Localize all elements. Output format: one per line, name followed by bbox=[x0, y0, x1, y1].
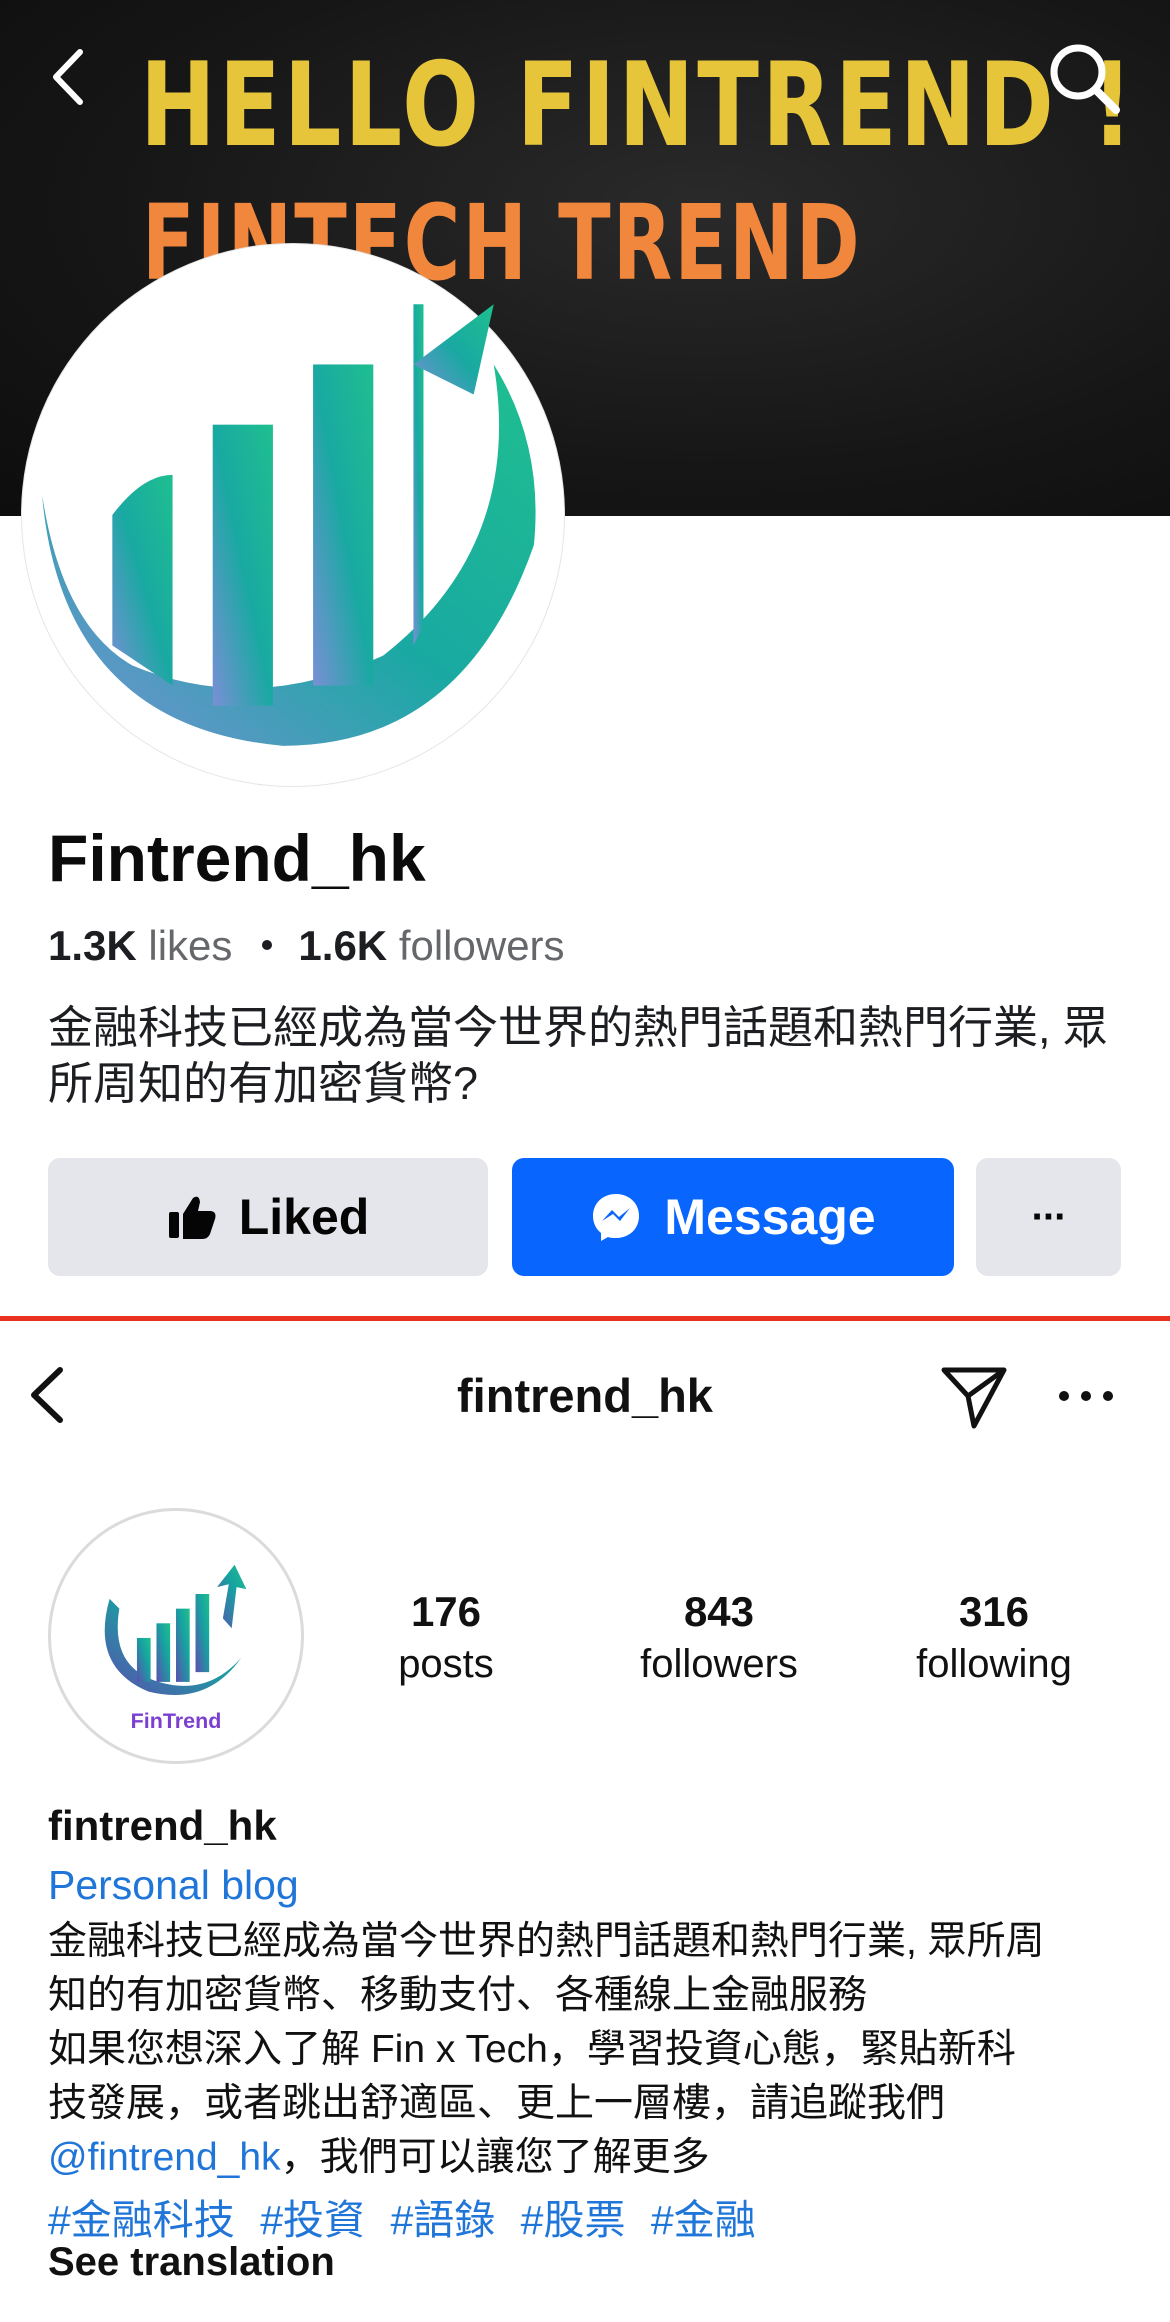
followers-stat[interactable]: 843 followers bbox=[609, 1586, 829, 1690]
avatar-brand-text: FinTrend bbox=[131, 1709, 222, 1733]
hashtag-link[interactable]: #金融科技 bbox=[48, 2197, 235, 2243]
back-arrow-icon[interactable] bbox=[44, 42, 94, 112]
cover-title: HELLO FINTREND ! bbox=[140, 38, 1136, 173]
profile-username: fintrend_hk bbox=[48, 1802, 277, 1849]
search-icon[interactable] bbox=[1046, 40, 1122, 116]
section-divider bbox=[0, 1316, 1170, 1321]
page-bio: 金融科技已經成為當今世界的熱門話題和熱門行業, 眾所周知的有加密貨幣? bbox=[48, 1002, 1109, 1109]
hashtag-link[interactable]: #股票 bbox=[521, 2197, 626, 2243]
following-label: following bbox=[916, 1642, 1072, 1686]
posts-count: 176 bbox=[410, 1588, 482, 1635]
followers-label: followers bbox=[640, 1642, 798, 1686]
followers-label: followers bbox=[398, 922, 565, 969]
hashtag-link[interactable]: #投資 bbox=[260, 2197, 365, 2243]
hashtag-link[interactable]: #金融 bbox=[651, 2197, 756, 2243]
profile-avatar[interactable]: FinTrend bbox=[48, 1508, 304, 1764]
fintrend-logo bbox=[24, 246, 562, 784]
more-options-button[interactable]: ··· bbox=[976, 1158, 1121, 1276]
bio-line: 金融科技已經成為當今世界的熱門話題和熱門行業, 眾所周 bbox=[48, 1920, 1045, 1963]
followers-count: 843 bbox=[683, 1588, 755, 1635]
bio-line-text: ，我們可以讓您了解更多 bbox=[280, 2136, 710, 2179]
profile-category: Personal blog bbox=[48, 1862, 299, 1908]
fintrend-logo: FinTrend bbox=[104, 1564, 247, 1733]
posts-label: posts bbox=[398, 1642, 494, 1686]
followers-count: 1.6K bbox=[298, 922, 388, 969]
thumbs-up-icon bbox=[168, 1196, 216, 1239]
message-button[interactable]: Message bbox=[512, 1158, 954, 1276]
liked-button[interactable]: Liked bbox=[48, 1158, 488, 1276]
following-stat[interactable]: 316 following bbox=[884, 1586, 1104, 1690]
following-count: 316 bbox=[958, 1588, 1030, 1635]
posts-stat[interactable]: 176 posts bbox=[336, 1586, 556, 1690]
send-icon[interactable] bbox=[938, 1360, 1010, 1432]
see-translation-link[interactable]: See translation bbox=[48, 2240, 335, 2285]
message-label: Message bbox=[664, 1189, 876, 1245]
separator-dot bbox=[262, 939, 273, 950]
bio-line: 技發展，或者跳出舒適區、更上一層樓，請追蹤我們 bbox=[48, 2082, 946, 2125]
bio-mention-link[interactable]: @fintrend_hk bbox=[48, 2136, 281, 2179]
hashtag-list: #金融科技 #投資 #語錄 #股票 #金融 bbox=[48, 2186, 770, 2246]
bio-line: 知的有加密貨幣、移動支付、各種線上金融服務 bbox=[48, 1974, 868, 2017]
page-profile-picture[interactable] bbox=[22, 244, 564, 786]
bio-line: @fintrend_hk，我們可以讓您了解更多 bbox=[48, 2131, 1138, 2185]
hashtag-link[interactable]: #語錄 bbox=[390, 2197, 495, 2243]
liked-label: Liked bbox=[238, 1189, 370, 1245]
messenger-icon bbox=[593, 1194, 640, 1241]
page-title: Fintrend_hk bbox=[48, 821, 426, 895]
bio-line: 如果您想深入了解 Fin x Tech，學習投資心態，緊貼新科 bbox=[48, 2028, 1016, 2071]
page-stats: 1.3K likes 1.6K followers bbox=[48, 922, 565, 970]
more-icon[interactable] bbox=[1056, 1378, 1116, 1414]
more-dots: ··· bbox=[1031, 1194, 1068, 1239]
likes-label: likes bbox=[148, 922, 233, 969]
likes-count: 1.3K bbox=[48, 922, 137, 969]
profile-bio: 金融科技已經成為當今世界的熱門話題和熱門行業, 眾所周 知的有加密貨幣、移動支付… bbox=[48, 1915, 1138, 2185]
